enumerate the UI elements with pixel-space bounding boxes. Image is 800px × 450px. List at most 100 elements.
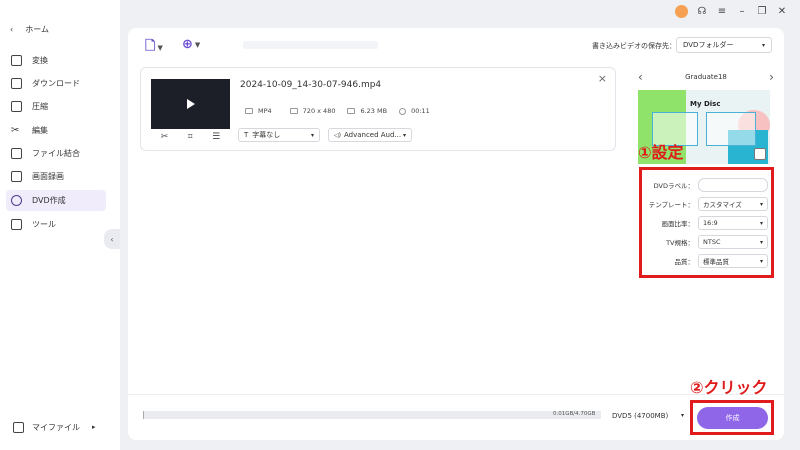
sidebar-item-label: ファイル結合 [32,149,80,158]
next-template-button[interactable]: › [769,70,774,84]
chevron-down-icon: ▾ [680,412,684,419]
video-icon [245,108,253,114]
prev-template-button[interactable]: ‹ [638,70,643,84]
sidebar-item-label: 編集 [32,126,48,135]
sidebar-item-dvd[interactable]: DVD作成 [6,190,106,211]
merge-icon [11,148,22,159]
sidebar-item-download[interactable]: ダウンロード [6,73,106,94]
preview-frame [706,112,756,146]
chevron-down-icon: ▼ [194,40,201,49]
edit-icon[interactable] [754,148,766,160]
avatar[interactable] [675,5,688,18]
folder-icon [13,421,24,433]
trim-icon[interactable]: ✂ [161,132,169,142]
add-file-button[interactable]: 🗋 ▼ [145,37,163,59]
resolution-meta: 720 x 480 [289,107,336,115]
preview-title: My Disc [690,100,721,108]
toolbar-placeholder [243,41,378,49]
restore-icon[interactable]: ❐ [756,6,768,18]
compress-icon [11,101,22,112]
sidebar-item-label: 画面録画 [32,172,64,181]
disc-type-value: DVD5 (4700MB) [612,411,669,420]
setting-label: テンプレート： [648,201,694,209]
chevron-down-icon: ▾ [759,238,763,246]
sidebar-item-compress[interactable]: 圧縮 [6,96,106,117]
setting-label: TV規格： [666,239,694,247]
save-destination-select[interactable]: DVDフォルダー ▾ [676,37,772,53]
main-panel: 🗋 ▼ ⊕ ▼ 書き込みビデオの保存先： DVDフォルダー ▾ ✂ ⌗ ☰ 20… [128,28,784,440]
collapse-sidebar-button[interactable]: ‹ [104,229,120,249]
tv-standard-row: TV規格： NTSC ▾ [642,235,772,249]
sidebar-item-label: DVD作成 [32,196,66,205]
chevron-left-icon: ‹ [110,234,114,244]
file-name: 2024-10-09_14-30-07-946.mp4 [240,80,382,90]
audio-select[interactable]: ◁) Advanced Aud... ▾ [328,128,412,142]
screen-record-icon [11,171,22,182]
aspect-ratio-row: 画面比率： 16:9 ▾ [642,216,772,230]
video-thumbnail[interactable] [151,79,230,129]
tv-standard-select[interactable]: NTSC ▾ [698,235,768,249]
duration-meta: 00:11 [399,107,430,115]
thumbnail-tools: ✂ ⌗ ☰ [151,132,230,142]
sidebar-item-screen-record[interactable]: 画面録画 [6,166,106,187]
duration-value: 00:11 [411,107,430,115]
subtitle-select[interactable]: T 字幕なし ▾ [238,128,320,142]
convert-icon [11,55,22,66]
add-media-icon: ⊕ [182,37,193,52]
remove-file-button[interactable]: × [598,72,607,85]
tools-icon [11,219,22,230]
quality-row: 品質： 標準品質 ▾ [642,254,772,268]
sidebar-item-label: 圧縮 [32,102,48,111]
footer-divider [128,394,784,395]
add-media-button[interactable]: ⊕ ▼ [182,37,200,52]
save-destination-label: 書き込みビデオの保存先： [592,42,676,50]
add-file-icon: 🗋 [145,39,156,54]
file-card: ✂ ⌗ ☰ 2024-10-09_14-30-07-946.mp4 MP4 72… [140,67,616,151]
quality-select[interactable]: 標準品質 ▾ [698,254,768,268]
audio-value: Advanced Aud... [343,131,402,139]
size-value: 6.23 MB [360,107,388,115]
chevron-down-icon: ▾ [759,200,763,208]
crop-icon[interactable]: ⌗ [188,132,193,142]
template-value: カスタマイズ [703,201,742,209]
window-controls: ☊ ≡ – ❐ ✕ [675,5,788,18]
chevron-right-icon: ▸ [92,423,96,431]
play-icon [186,99,195,109]
chevron-down-icon: ▾ [759,257,763,265]
settings-sliders-icon[interactable]: ☰ [212,132,220,142]
menu-icon[interactable]: ≡ [716,6,728,18]
resolution-value: 720 x 480 [302,107,336,115]
sidebar-item-convert[interactable]: 変換 [6,50,106,71]
aspect-ratio-select[interactable]: 16:9 ▾ [698,216,768,230]
scissors-icon: ✂ [11,125,20,136]
settings-highlight-box: DVDラベル： テンプレート： カスタマイズ ▾ 画面比率： 16:9 ▾ TV… [639,167,774,278]
create-button[interactable]: 作成 [697,407,768,429]
minimize-icon[interactable]: – [736,6,748,18]
setting-label: DVDラベル： [653,182,694,190]
my-files-button[interactable]: マイファイル ▸ [8,415,110,439]
sidebar-item-edit[interactable]: ✂ 編集 [6,120,106,141]
disc-type-select[interactable]: DVD5 (4700MB) ▾ [608,408,688,423]
setting-label: 品質： [674,258,695,266]
clock-icon [399,107,407,115]
close-icon[interactable]: ✕ [776,6,788,18]
sidebar-item-label: ツール [32,220,56,229]
resolution-icon [289,108,298,114]
my-files-label: マイファイル [32,422,80,432]
sidebar-item-tools[interactable]: ツール [6,214,106,235]
sidebar-item-merge[interactable]: ファイル結合 [6,143,106,164]
dvd-label-input[interactable] [698,178,768,192]
disc-icon [11,195,22,206]
chevron-left-icon: ‹ [10,25,14,34]
template-select[interactable]: カスタマイズ ▾ [698,197,768,211]
annotation-step1: ①設定 [638,143,684,162]
headset-icon[interactable]: ☊ [696,6,708,18]
format-meta: MP4 [245,107,272,115]
back-label: ホーム [25,25,49,34]
capacity-text: 0.01GB/4.70GB [553,411,596,417]
sidebar-item-label: ダウンロード [32,79,80,88]
back-home[interactable]: ‹ ホーム [10,24,49,35]
annotation-step2: ②クリック [690,378,768,397]
save-destination-value: DVDフォルダー [683,41,734,49]
template-navigator: ‹ Graduate18 › [638,70,774,84]
